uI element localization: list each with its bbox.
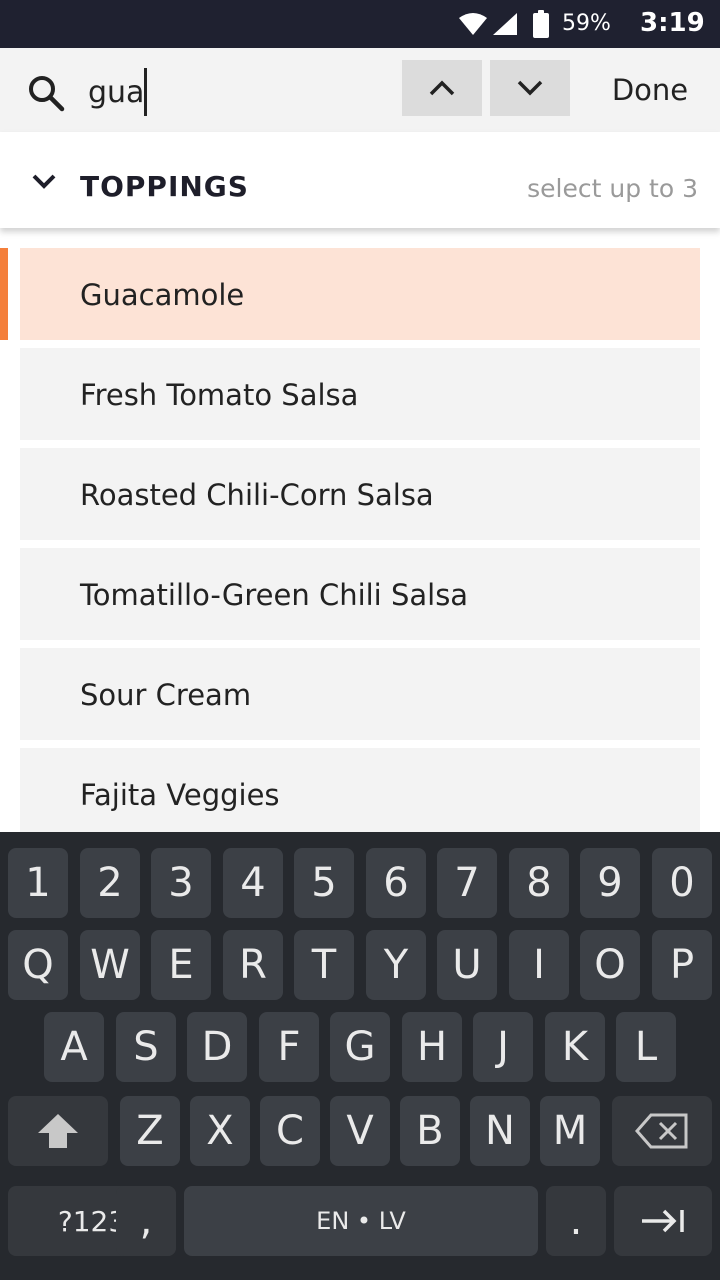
option-roasted-chili-corn-salsa[interactable]: Roasted Chili-Corn Salsa [20, 448, 700, 540]
key-4[interactable]: 4 [223, 848, 283, 918]
find-query-text: gua [88, 74, 145, 110]
key-w[interactable]: W [80, 930, 140, 1000]
find-bar: gua Done [0, 48, 720, 132]
key-2[interactable]: 2 [80, 848, 140, 918]
key-d[interactable]: D [187, 1012, 247, 1082]
space-key[interactable]: EN • LV [184, 1186, 538, 1256]
key-j[interactable]: J [473, 1012, 533, 1082]
key-z[interactable]: Z [120, 1096, 180, 1166]
wifi-icon [459, 13, 487, 35]
key-g[interactable]: G [330, 1012, 390, 1082]
key-3[interactable]: 3 [151, 848, 211, 918]
on-screen-keyboard: 1 2 3 4 5 6 7 8 9 0 Q W E R T Y U I O P … [0, 832, 720, 1280]
previous-match-button[interactable] [402, 60, 482, 116]
key-b[interactable]: B [400, 1096, 460, 1166]
signal-icon [493, 13, 517, 35]
shift-key[interactable] [8, 1096, 108, 1166]
option-fajita-veggies[interactable]: Fajita Veggies [20, 748, 700, 832]
key-1[interactable]: 1 [8, 848, 68, 918]
key-o[interactable]: O [580, 930, 640, 1000]
next-match-button[interactable] [490, 60, 570, 116]
text-caret [144, 68, 148, 116]
key-9[interactable]: 9 [580, 848, 640, 918]
search-icon [29, 76, 65, 112]
option-label: Sour Cream [80, 678, 252, 712]
option-sour-cream[interactable]: Sour Cream [20, 648, 700, 740]
current-match-marker [0, 248, 8, 340]
key-k[interactable]: K [545, 1012, 605, 1082]
enter-key[interactable] [614, 1186, 712, 1256]
key-q[interactable]: Q [8, 930, 68, 1000]
key-l[interactable]: L [616, 1012, 676, 1082]
key-x[interactable]: X [190, 1096, 250, 1166]
key-r[interactable]: R [223, 930, 283, 1000]
key-t[interactable]: T [294, 930, 354, 1000]
option-guacamole[interactable]: Guacamole [20, 248, 700, 340]
option-label: Fresh Tomato Salsa [80, 378, 359, 412]
chevron-down-icon [32, 174, 56, 189]
key-7[interactable]: 7 [437, 848, 497, 918]
key-c[interactable]: C [260, 1096, 320, 1166]
option-label: Roasted Chili-Corn Salsa [80, 478, 434, 512]
key-e[interactable]: E [151, 930, 211, 1000]
key-f[interactable]: F [259, 1012, 319, 1082]
option-tomatillo-green-chili-salsa[interactable]: Tomatillo-Green Chili Salsa [20, 548, 700, 640]
key-n[interactable]: N [470, 1096, 530, 1166]
option-label: Tomatillo-Green Chili Salsa [80, 578, 469, 612]
battery-icon [533, 10, 549, 38]
key-u[interactable]: U [437, 930, 497, 1000]
backspace-key[interactable] [612, 1096, 712, 1166]
key-6[interactable]: 6 [366, 848, 426, 918]
selection-hint: select up to 3 [527, 174, 698, 203]
done-button[interactable]: Done [590, 68, 710, 112]
key-y[interactable]: Y [366, 930, 426, 1000]
option-fresh-tomato-salsa[interactable]: Fresh Tomato Salsa [20, 348, 700, 440]
toppings-list: Guacamole Fresh Tomato Salsa Roasted Chi… [0, 228, 720, 832]
key-p[interactable]: P [652, 930, 712, 1000]
period-key[interactable]: . [546, 1186, 606, 1256]
shift-icon [38, 1114, 78, 1148]
status-bar: 59% 3:19 [0, 0, 720, 48]
key-i[interactable]: I [509, 930, 569, 1000]
key-m[interactable]: M [540, 1096, 600, 1166]
enter-icon [642, 1209, 684, 1233]
key-5[interactable]: 5 [294, 848, 354, 918]
option-label: Guacamole [80, 278, 245, 312]
option-label: Fajita Veggies [80, 778, 280, 812]
key-0[interactable]: 0 [652, 848, 712, 918]
backspace-icon [635, 1113, 688, 1149]
toppings-section-header[interactable]: TOPPINGS select up to 3 [0, 132, 720, 228]
chevron-down-icon [517, 80, 543, 96]
chevron-up-icon [429, 80, 455, 96]
key-8[interactable]: 8 [509, 848, 569, 918]
find-input[interactable]: gua [88, 68, 388, 116]
clock: 3:19 [640, 8, 705, 38]
battery-percent: 59% [562, 11, 611, 36]
key-a[interactable]: A [44, 1012, 104, 1082]
section-title: TOPPINGS [80, 170, 249, 203]
key-h[interactable]: H [402, 1012, 462, 1082]
key-v[interactable]: V [330, 1096, 390, 1166]
key-s[interactable]: S [116, 1012, 176, 1082]
comma-key[interactable]: , [116, 1186, 176, 1256]
